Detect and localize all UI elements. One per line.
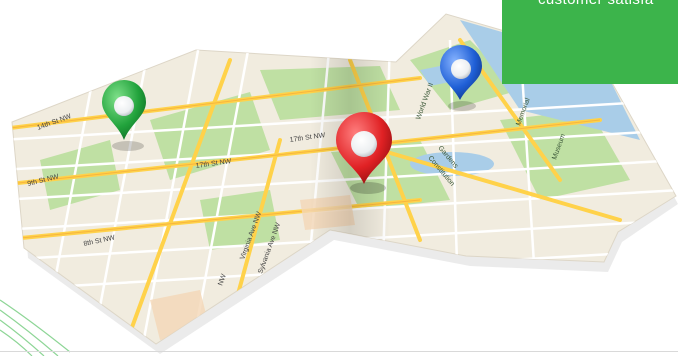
divider — [0, 351, 678, 352]
green-callout-box: customer satisfa — [502, 0, 678, 84]
fold-shadow — [310, 40, 390, 344]
decorative-streaks — [0, 299, 71, 356]
callout-text: customer satisfa — [538, 0, 654, 8]
